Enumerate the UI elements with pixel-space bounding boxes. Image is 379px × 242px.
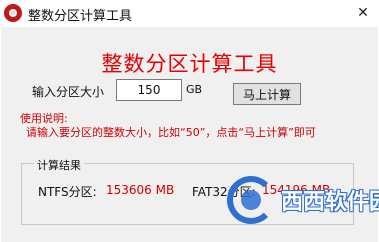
fat32-value: 154196 MB — [262, 183, 331, 197]
usage-text: 请输入要分区的整数大小，比如“50”，点击“马上计算”即可 — [26, 126, 316, 139]
app-icon — [4, 4, 22, 22]
close-button[interactable]: ✕ — [354, 4, 372, 22]
unit-label: GB — [186, 83, 203, 96]
ntfs-value: 153606 MB — [106, 183, 175, 197]
calculate-button[interactable]: 马上计算 — [233, 83, 301, 105]
partition-size-label: 输入分区大小 — [32, 85, 105, 99]
fat32-label: FAT32分区: — [192, 185, 256, 199]
window-title: 整数分区计算工具 — [28, 9, 133, 24]
partition-size-input[interactable] — [116, 79, 182, 101]
page-heading: 整数分区计算工具 — [101, 52, 278, 76]
results-legend: 计算结果 — [34, 157, 84, 173]
ntfs-label: NTFS分区: — [38, 185, 97, 199]
title-bar: 整数分区计算工具 ✕ — [0, 0, 379, 27]
